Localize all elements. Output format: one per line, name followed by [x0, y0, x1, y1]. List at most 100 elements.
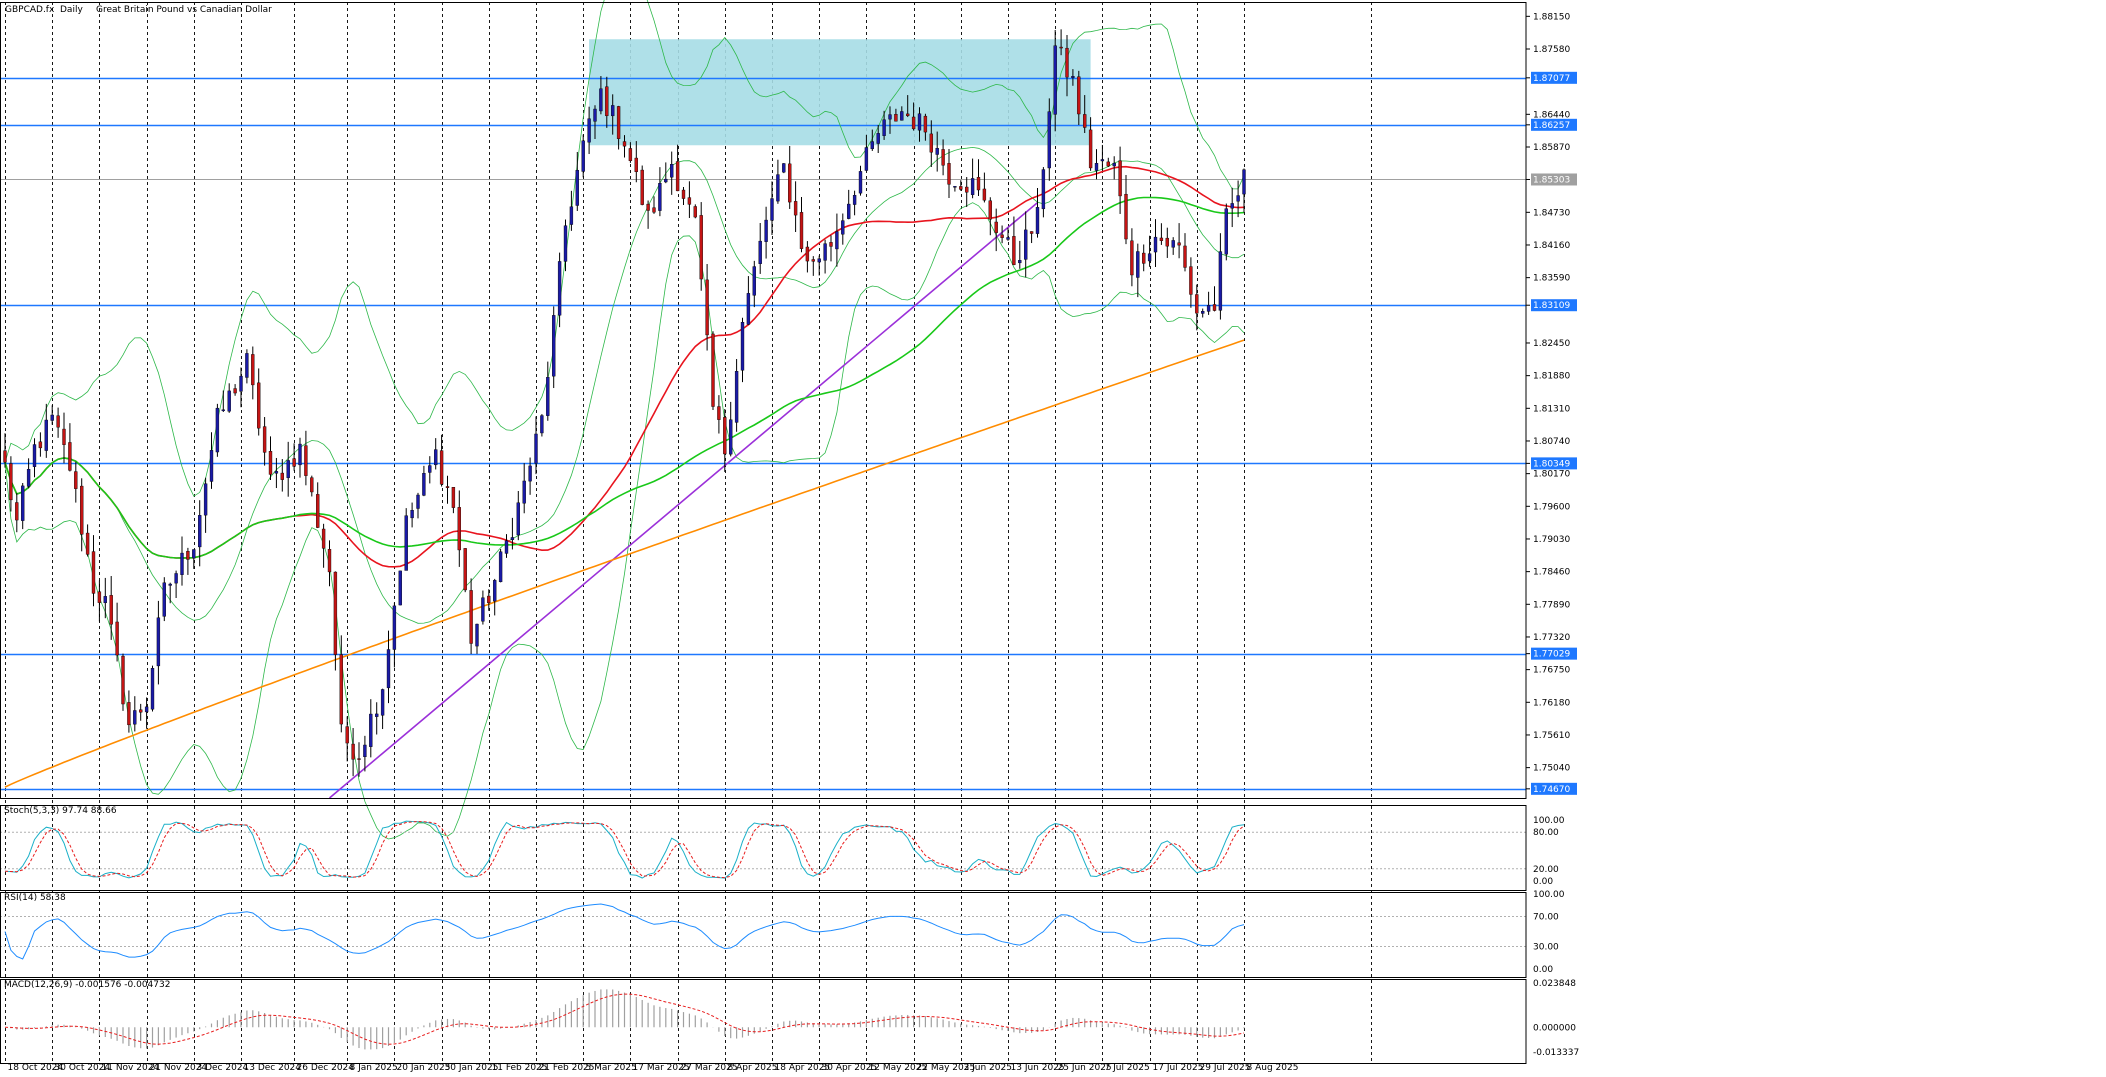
- candle-bear: [1118, 160, 1122, 197]
- candle-bear: [1195, 294, 1199, 314]
- candle-bear: [1124, 193, 1128, 240]
- candle-bear: [1130, 240, 1134, 276]
- chart-canvas[interactable]: GBPCAD.fx Daily Great Britain Pound vs C…: [0, 0, 2106, 1073]
- candle-bull: [416, 494, 420, 509]
- candle-bear: [487, 595, 491, 604]
- candle-bear: [711, 333, 715, 407]
- date-axis: 18 Oct 202430 Oct 202411 Nov 202421 Nov …: [8, 1063, 1299, 1073]
- candle-bull: [1094, 163, 1099, 171]
- candle-bear: [994, 221, 998, 233]
- date-label: 30 Jan 2025: [445, 1063, 499, 1073]
- candle-bull: [227, 390, 231, 412]
- candle-bear: [799, 212, 804, 249]
- candle-bear: [85, 532, 90, 555]
- price-chart[interactable]: GBPCAD.fx Daily Great Britain Pound vs C…: [0, 0, 2106, 1073]
- candle-bear: [310, 477, 314, 493]
- date-label: 8 Aug 2025: [1247, 1063, 1299, 1073]
- candle-bull: [1071, 76, 1075, 78]
- candle-bull: [239, 375, 243, 392]
- candle-bull: [1147, 253, 1152, 262]
- candle-bear: [233, 388, 237, 394]
- candle-bull: [1041, 169, 1046, 210]
- candle-bull: [870, 141, 874, 150]
- candle-bear: [463, 548, 467, 591]
- price-label: 1.80740: [1533, 437, 1570, 447]
- candle-bull: [209, 450, 214, 482]
- candle-bear: [976, 177, 981, 191]
- macd-axis-label: 0.000000: [1533, 1023, 1576, 1033]
- candle-bear: [15, 502, 19, 521]
- price-tag-label: 1.85303: [1533, 175, 1570, 185]
- candle-bull: [404, 515, 408, 571]
- candle-bull: [1006, 237, 1010, 240]
- candle-bull: [144, 706, 149, 713]
- candle-bear: [1065, 47, 1069, 78]
- candle-bear: [97, 591, 102, 603]
- candle-bear: [445, 486, 450, 488]
- candle-bull: [528, 465, 532, 482]
- candle-bull: [658, 183, 662, 211]
- date-label: 26 Dec 2024: [297, 1063, 355, 1073]
- price-tag-label: 1.80349: [1533, 459, 1570, 469]
- price-tag-label: 1.86257: [1533, 121, 1570, 131]
- candle-bull: [1035, 207, 1040, 234]
- candle-bull: [740, 321, 745, 371]
- candle-bull: [386, 649, 391, 689]
- candle-bull: [1242, 169, 1246, 195]
- candle-bull: [764, 219, 768, 242]
- date-label: 13 Dec 2024: [244, 1063, 302, 1073]
- candle-bull: [26, 469, 31, 487]
- candle-bull: [103, 596, 107, 604]
- candle-bear: [439, 450, 444, 485]
- candle-bull: [1053, 45, 1057, 115]
- candle-bear: [9, 463, 13, 501]
- candle-bull: [858, 171, 863, 194]
- candle-bear: [1177, 242, 1181, 246]
- candle-bear: [959, 186, 963, 190]
- candle-bull: [1100, 159, 1105, 162]
- price-label: 1.80170: [1533, 470, 1570, 480]
- candle-bull: [504, 540, 509, 554]
- macd-axis-label: -0.013337: [1533, 1048, 1579, 1058]
- candle-bull: [375, 713, 379, 717]
- candle-bull: [841, 220, 845, 235]
- rsi-axis-label: 0.00: [1533, 965, 1553, 975]
- candle-bear: [3, 450, 7, 463]
- candle-bull: [1230, 203, 1234, 209]
- candle-bull: [888, 114, 892, 120]
- stoch-axis-label: 20.00: [1533, 865, 1559, 875]
- candle-bull: [734, 371, 739, 423]
- candle-bull: [664, 178, 668, 183]
- price-label: 1.75610: [1533, 731, 1570, 741]
- chart-header-timeframe: Daily: [60, 5, 83, 15]
- candle-bull: [557, 261, 562, 316]
- candle-bear: [457, 507, 461, 551]
- candle-bear: [91, 551, 96, 594]
- chart-background: [0, 0, 2106, 1073]
- candle-bear: [38, 441, 43, 449]
- candle-bear: [56, 415, 60, 428]
- candle-bear: [1059, 46, 1063, 49]
- candle-bear: [1159, 237, 1164, 241]
- candle-bear: [74, 471, 78, 489]
- candle-bear: [1000, 234, 1004, 238]
- candle-bear: [262, 426, 267, 453]
- candle-bear: [469, 590, 473, 644]
- candle-bull: [168, 583, 172, 586]
- macd-label: MACD(12,26,9) -0.001576 -0.004732: [4, 980, 170, 990]
- candle-bear: [68, 442, 72, 471]
- candle-bull: [150, 668, 155, 710]
- candle-bear: [805, 246, 810, 262]
- candle-bear: [687, 197, 692, 205]
- candle-bear: [788, 163, 792, 203]
- candle-bear: [693, 206, 697, 218]
- rsi-label: RSI(14) 58.38: [4, 893, 66, 903]
- price-label: 1.77890: [1533, 600, 1570, 610]
- price-label: 1.83590: [1533, 274, 1570, 284]
- price-label: 1.82450: [1533, 339, 1570, 349]
- date-label: 7 Jul 2025: [1105, 1063, 1150, 1073]
- candle-bear: [652, 207, 656, 213]
- candle-bull: [44, 419, 48, 451]
- rsi-axis-label: 30.00: [1533, 943, 1559, 953]
- date-label: 3 Jun 2025: [964, 1063, 1012, 1073]
